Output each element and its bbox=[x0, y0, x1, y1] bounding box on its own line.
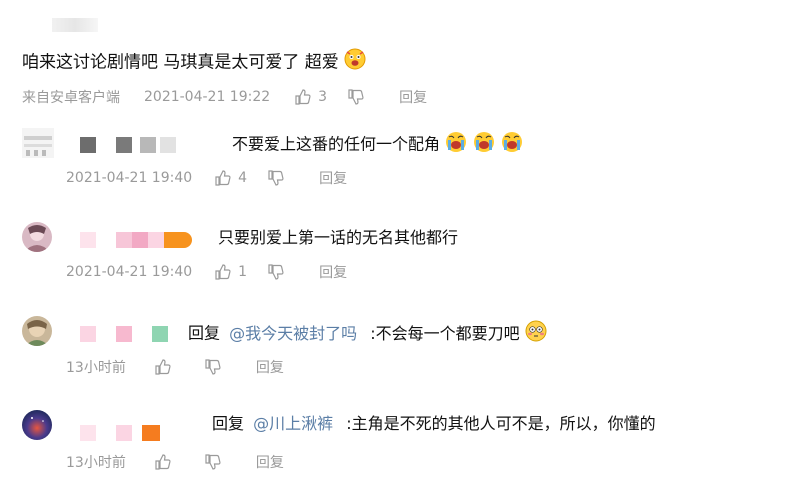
blurred-username bbox=[80, 232, 192, 248]
reply-button[interactable]: 回复 bbox=[399, 87, 427, 107]
like-count: 3 bbox=[318, 89, 328, 105]
blurred-username bbox=[80, 326, 168, 342]
reply-meta: 2021-04-21 19:40 1 回复 bbox=[66, 262, 347, 282]
thumbs-up-icon[interactable] bbox=[154, 358, 172, 376]
reply-content: 回复 @我今天被封了吗 :不会每一个都要刀吧 bbox=[188, 320, 547, 348]
flushed-face-emoji-icon bbox=[525, 320, 547, 348]
blurred-username bbox=[80, 425, 160, 441]
reply-button[interactable]: 回复 bbox=[256, 357, 284, 377]
reply-text: 只要别爱上第一话的无名其他都行 bbox=[218, 228, 459, 247]
reply-button[interactable]: 回复 bbox=[319, 168, 347, 188]
reply-meta: 13小时前 回复 bbox=[66, 357, 284, 377]
reply-text: :主角是不死的其他人可不是，所以，你懂的 bbox=[346, 414, 656, 433]
comment-time: 2021-04-21 19:40 bbox=[66, 170, 193, 186]
reply-content: 只要别爱上第一话的无名其他都行 bbox=[218, 227, 458, 249]
comment-time: 2021-04-21 19:40 bbox=[66, 264, 193, 280]
thumbs-down-icon[interactable] bbox=[347, 88, 365, 106]
top-comment-meta: 来自安卓客户端 2021-04-21 19:22 3 回复 bbox=[22, 87, 427, 107]
reply-content: 不要爱上这番的任何一个配角 bbox=[232, 131, 525, 159]
avatar[interactable] bbox=[22, 128, 54, 158]
thumbs-down-icon[interactable] bbox=[204, 453, 222, 471]
like-count: 1 bbox=[238, 264, 248, 280]
reply-text: :不会每一个都要刀吧 bbox=[370, 323, 520, 343]
thumbs-down-icon[interactable] bbox=[267, 263, 285, 281]
like-count: 4 bbox=[238, 170, 248, 186]
comment-time: 13小时前 bbox=[66, 360, 126, 376]
thumbs-up-icon[interactable] bbox=[214, 263, 232, 281]
reply-content: 回复 @川上湫裤 :主角是不死的其他人可不是，所以，你懂的 bbox=[212, 413, 656, 435]
thumbs-down-icon[interactable] bbox=[267, 169, 285, 187]
reply-text: 不要爱上这番的任何一个配角 bbox=[232, 134, 441, 154]
avatar[interactable] bbox=[22, 410, 52, 440]
comment-time: 13小时前 bbox=[66, 455, 126, 471]
top-comment: 咱来这讨论剧情吧 马琪真是太可爱了 超爱 bbox=[22, 48, 366, 77]
blurred-username bbox=[80, 137, 176, 153]
excited-face-emoji-icon bbox=[344, 48, 366, 77]
top-comment-text: 咱来这讨论剧情吧 马琪真是太可爱了 超爱 bbox=[22, 52, 339, 73]
comment-thread: 咱来这讨论剧情吧 马琪真是太可爱了 超爱 来自安卓客户端 2021-04-21 … bbox=[0, 0, 800, 499]
reply-prefix: 回复 bbox=[212, 414, 245, 433]
reply-meta: 2021-04-21 19:40 4 回复 bbox=[66, 168, 347, 188]
thumbs-up-icon[interactable] bbox=[294, 88, 312, 106]
reply-button[interactable]: 回复 bbox=[319, 262, 347, 282]
thumbs-down-icon[interactable] bbox=[204, 358, 222, 376]
thumbs-up-icon[interactable] bbox=[214, 169, 232, 187]
crying-face-emoji-icon bbox=[445, 131, 525, 159]
mention-link[interactable]: @川上湫裤 bbox=[253, 414, 333, 433]
avatar[interactable] bbox=[22, 316, 52, 346]
blurred-username bbox=[52, 18, 98, 32]
thumbs-up-icon[interactable] bbox=[154, 453, 172, 471]
comment-time: 2021-04-21 19:22 bbox=[144, 89, 271, 105]
comment-source: 来自安卓客户端 bbox=[22, 90, 120, 106]
reply-prefix: 回复 bbox=[188, 323, 221, 343]
avatar[interactable] bbox=[22, 222, 52, 252]
mention-link[interactable]: @我今天被封了吗 bbox=[229, 324, 357, 343]
reply-meta: 13小时前 回复 bbox=[66, 452, 284, 472]
reply-button[interactable]: 回复 bbox=[256, 452, 284, 472]
